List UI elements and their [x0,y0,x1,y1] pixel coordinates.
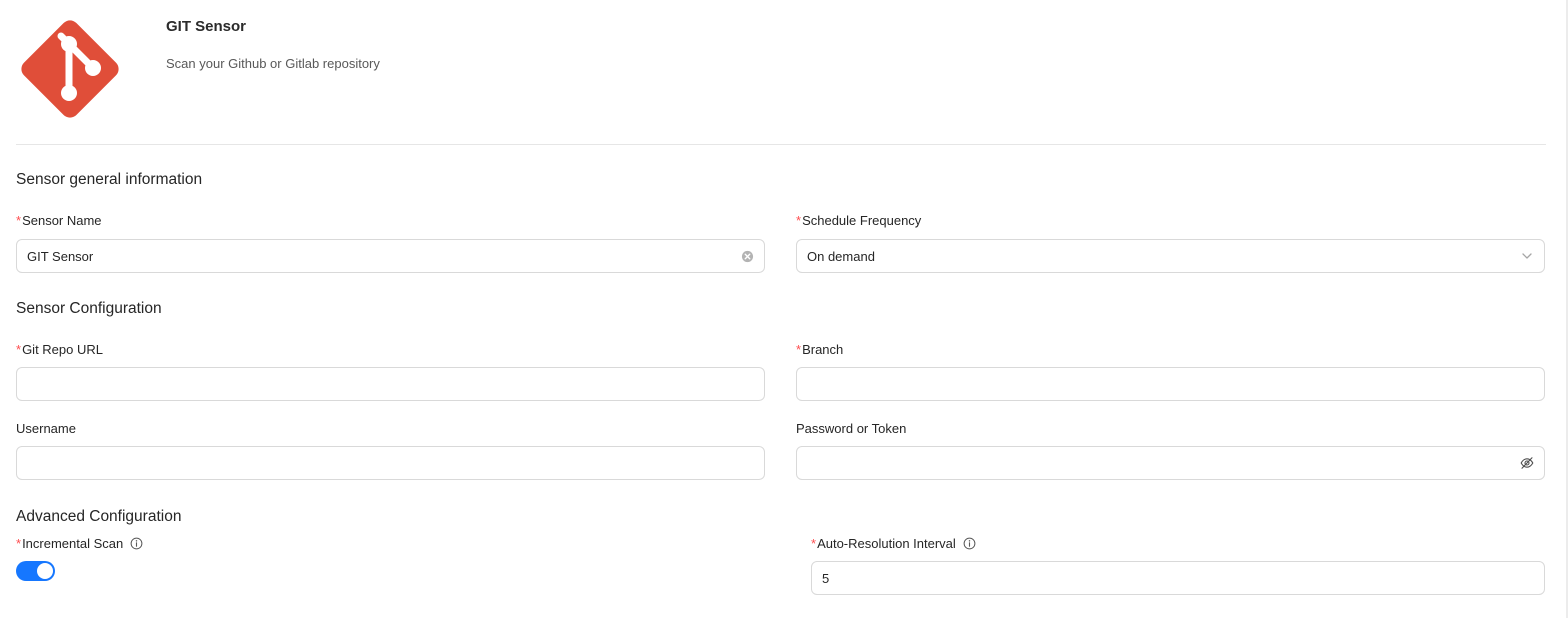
required-marker: * [16,536,22,551]
chevron-down-icon [1520,249,1534,263]
section-heading-configuration: Sensor Configuration [16,300,162,317]
auto-resolution-interval-label: * Auto-Resolution Interval [811,536,976,551]
toggle-knob [37,563,53,579]
sensor-name-value: GIT Sensor [27,248,94,264]
required-marker: * [16,342,22,357]
page-subtitle: Scan your Github or Gitlab repository [166,56,380,71]
username-input[interactable] [16,446,765,480]
header-divider [16,144,1546,145]
git-repo-url-input[interactable] [16,367,765,401]
sensor-name-label-text: Sensor Name [22,213,102,228]
clear-icon[interactable] [740,249,754,263]
sensor-config-page: GIT Sensor Scan your Github or Gitlab re… [0,0,1568,618]
password-label-text: Password or Token [796,421,907,436]
sensor-name-label: * Sensor Name [16,213,102,228]
eye-invisible-icon[interactable] [1520,456,1534,470]
git-logo-icon [21,20,119,118]
info-icon[interactable] [963,537,976,550]
incremental-scan-label: * Incremental Scan [16,536,143,551]
section-heading-advanced: Advanced Configuration [16,508,182,525]
info-icon[interactable] [130,537,143,550]
section-heading-general: Sensor general information [16,171,203,188]
incremental-scan-label-text: Incremental Scan [22,536,124,551]
username-label: Username [16,421,76,436]
schedule-frequency-value: On demand [807,248,875,264]
auto-resolution-interval-value: 5 [822,570,830,586]
required-marker: * [796,213,802,228]
branch-input[interactable] [796,367,1545,401]
username-label-text: Username [16,421,76,436]
password-label: Password or Token [796,421,906,436]
schedule-frequency-label: * Schedule Frequency [796,213,921,228]
git-repo-url-label-text: Git Repo URL [22,342,103,357]
auto-resolution-interval-input[interactable]: 5 [811,561,1545,595]
required-marker: * [811,536,817,551]
git-repo-url-label: * Git Repo URL [16,342,103,357]
auto-resolution-interval-label-text: Auto-Resolution Interval [817,536,956,551]
required-marker: * [796,342,802,357]
sensor-name-input[interactable]: GIT Sensor [16,239,765,273]
branch-label: * Branch [796,342,843,357]
password-input[interactable] [796,446,1545,480]
schedule-frequency-select[interactable]: On demand [796,239,1545,273]
branch-label-text: Branch [802,342,844,357]
schedule-frequency-label-text: Schedule Frequency [802,213,922,228]
required-marker: * [16,213,22,228]
page-title: GIT Sensor [166,18,247,35]
sensor-header: GIT Sensor Scan your Github or Gitlab re… [0,0,1546,145]
incremental-scan-toggle[interactable] [16,561,55,581]
